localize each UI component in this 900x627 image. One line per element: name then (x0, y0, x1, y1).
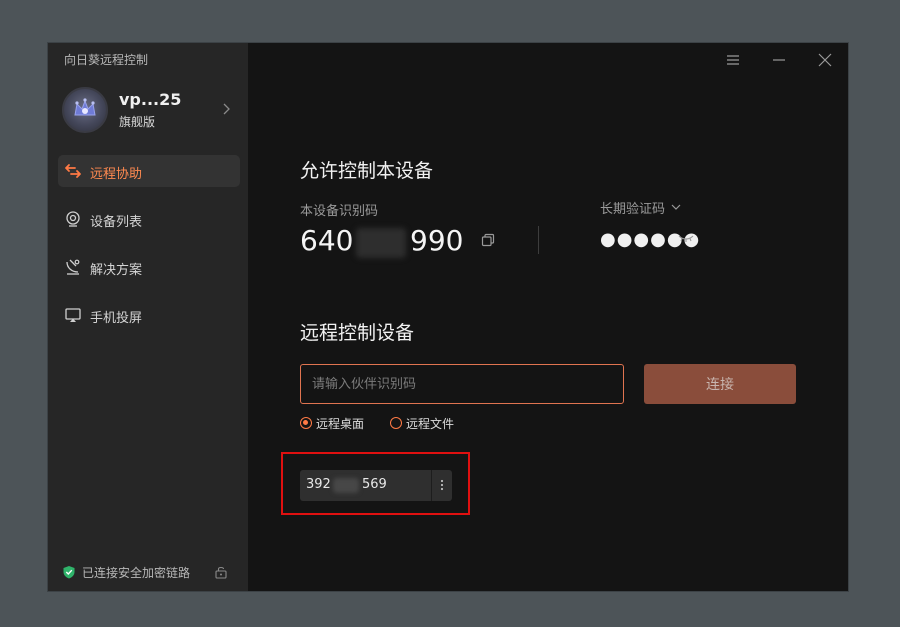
radio-label: 远程桌面 (316, 417, 365, 431)
sidebar-item-solutions[interactable]: 解决方案 (58, 251, 240, 283)
sidebar-item-label: 设备列表 (90, 215, 143, 230)
sidebar-item-device-list[interactable]: 设备列表 (58, 203, 240, 235)
user-profile[interactable]: vp...25 旗舰版 (62, 87, 236, 135)
sidebar-item-label: 远程协助 (90, 167, 143, 182)
chevron-right-icon (223, 103, 230, 115)
divider (538, 226, 539, 254)
user-name: vp...25 (119, 90, 182, 109)
device-list-icon (66, 211, 80, 227)
crown-avatar-icon (74, 98, 96, 116)
sidebar-nav: 远程协助 设备列表 解决方案 手机投屏 (58, 155, 240, 347)
avatar (62, 87, 108, 133)
masked-id-segment (356, 228, 406, 258)
sidebar: 向日葵远程控制 vp...25 旗舰版 远程协助 设备列表 解决方案 手机投屏 … (48, 43, 248, 591)
eye-closed-icon[interactable] (678, 232, 694, 244)
app-title: 向日葵远程控制 (64, 53, 149, 67)
partner-id-input[interactable] (300, 364, 624, 404)
sidebar-item-screen-cast[interactable]: 手机投屏 (58, 299, 240, 331)
device-id-label: 本设备识别码 (300, 204, 379, 219)
shield-check-icon (63, 566, 75, 579)
device-id-suffix: 990 (410, 224, 464, 257)
sidebar-item-label: 解决方案 (90, 263, 143, 278)
secure-connection-status: 已连接安全加密链路 (62, 563, 234, 581)
user-level: 旗舰版 (119, 115, 156, 129)
sidebar-item-label: 手机投屏 (90, 311, 143, 326)
radio-unselected-indicator[interactable] (390, 417, 402, 429)
remote-assist-icon (65, 164, 81, 178)
unlock-icon[interactable] (214, 565, 228, 579)
remote-control-title: 远程控制设备 (300, 322, 415, 344)
secure-text: 已连接安全加密链路 (82, 566, 191, 580)
sidebar-item-remote-assist[interactable]: 远程协助 (58, 155, 240, 187)
annotation-highlight-box (281, 452, 470, 515)
radio-label: 远程文件 (406, 417, 455, 431)
verification-code-label[interactable]: 长期验证码 (600, 198, 665, 217)
connect-button[interactable]: 连接 (644, 364, 796, 404)
copy-icon[interactable] (481, 233, 495, 247)
screen-cast-icon (65, 308, 81, 322)
device-id-prefix: 640 (300, 224, 354, 257)
solution-icon (66, 259, 80, 275)
allow-control-title: 允许控制本设备 (300, 160, 434, 182)
chevron-down-icon[interactable] (670, 202, 682, 212)
radio-selected-indicator[interactable] (300, 417, 312, 429)
